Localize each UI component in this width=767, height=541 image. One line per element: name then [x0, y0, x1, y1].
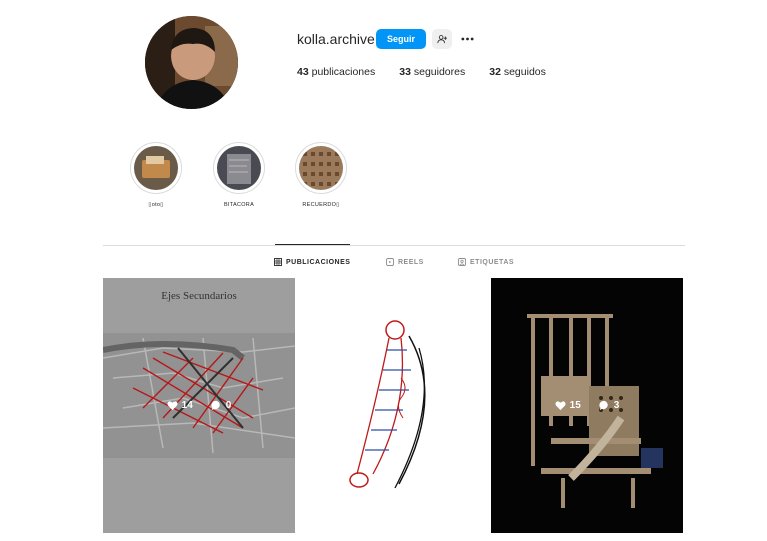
tabs-divider [103, 245, 685, 246]
suggested-users-button[interactable] [432, 29, 452, 49]
post-comments: 3 [599, 400, 619, 411]
avatar-photo [145, 16, 238, 109]
tab-reels[interactable]: REELS [386, 258, 424, 266]
active-tab-indicator [275, 244, 350, 245]
highlight-label: ▯oto▯ [148, 202, 164, 208]
profile-stats: 43 publicaciones 33 seguidores 32 seguid… [297, 66, 570, 78]
add-person-icon [437, 35, 447, 44]
follow-button[interactable]: Seguir [376, 29, 426, 49]
tab-tagged[interactable]: ETIQUETAS [458, 258, 514, 266]
profile-username: kolla.archive [297, 31, 375, 47]
post-tile[interactable]: 14 0 Ejes Secundarios [103, 278, 295, 533]
comment-icon [211, 400, 220, 411]
more-options-button[interactable] [458, 30, 476, 48]
post-tile[interactable] [297, 278, 489, 533]
highlight-item[interactable]: RECUERDO▯ [294, 142, 348, 208]
post-likes: 15 [555, 400, 581, 411]
more-dots-icon [460, 37, 474, 41]
highlight-cover [217, 146, 261, 190]
stat-posts: 43 publicaciones [297, 66, 376, 78]
highlight-item[interactable]: ▯oto▯ [129, 142, 183, 208]
post-title: Ejes Secundarios [161, 290, 237, 302]
highlight-item[interactable]: BITACORA [212, 142, 266, 208]
post-comments: 0 [211, 400, 231, 411]
stat-following[interactable]: 32 seguidos [489, 66, 546, 78]
reels-icon [386, 258, 394, 266]
highlight-cover [299, 146, 343, 190]
tab-posts[interactable]: PUBLICACIONES [274, 258, 350, 266]
heart-icon [555, 401, 566, 411]
grid-icon [274, 258, 282, 266]
highlight-cover [134, 146, 178, 190]
tagged-icon [458, 258, 466, 266]
heart-icon [167, 401, 178, 411]
post-image-sketch [297, 278, 489, 533]
highlight-label: RECUERDO▯ [302, 202, 340, 208]
profile-avatar[interactable] [145, 16, 238, 109]
highlight-label: BITACORA [223, 202, 255, 208]
post-likes: 14 [167, 400, 193, 411]
comment-icon [599, 400, 608, 411]
post-tile[interactable]: 15 3 [491, 278, 683, 533]
stat-followers[interactable]: 33 seguidores [399, 66, 465, 78]
